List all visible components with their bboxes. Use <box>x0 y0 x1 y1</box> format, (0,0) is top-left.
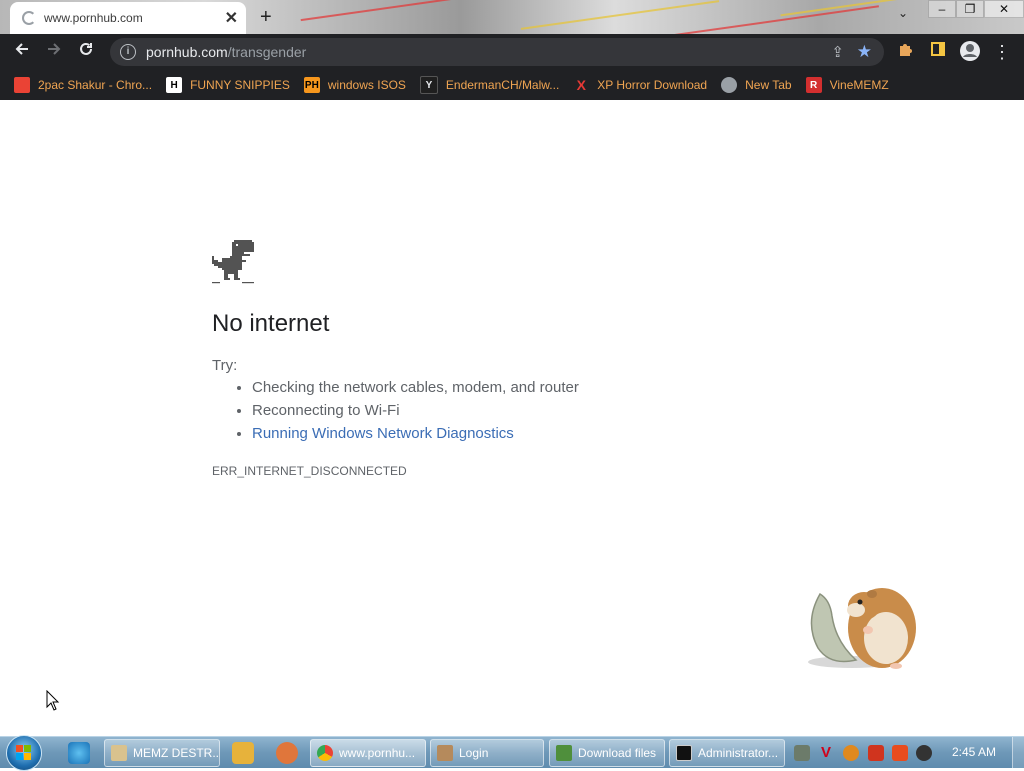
browser-toolbar: i pornhub.com/transgender ⇪ ★ ⋮ <box>0 34 1024 70</box>
side-panel-icon <box>931 42 945 56</box>
bookmark-label: 2pac Shakur - Chro... <box>38 78 153 92</box>
tray-app-icon[interactable] <box>794 745 810 761</box>
chrome-icon <box>317 745 333 761</box>
site-info-icon[interactable]: i <box>120 44 136 60</box>
back-arrow-icon <box>15 43 28 55</box>
r-letter-icon: R <box>805 77 822 93</box>
internet-explorer-icon[interactable] <box>68 742 90 764</box>
taskbar-item-label: MEMZ DESTR... <box>133 746 220 760</box>
taskbar-item[interactable]: Login <box>430 739 544 767</box>
address-path: /transgender <box>227 44 307 60</box>
show-desktop-button[interactable] <box>1012 737 1024 768</box>
tab-search-chevron-icon[interactable]: ⌄ <box>898 6 908 20</box>
loading-favicon-icon <box>22 11 36 25</box>
profile-button[interactable] <box>958 40 982 64</box>
media-player-icon[interactable] <box>232 742 254 764</box>
close-window-button[interactable]: ✕ <box>984 0 1024 18</box>
reload-button[interactable] <box>74 40 98 64</box>
bookmark-label: windows ISOS <box>327 78 406 92</box>
bookmark-item[interactable]: X XP Horror Download <box>573 77 708 93</box>
taskbar: MEMZ DESTR... www.pornhu... Login Downlo… <box>0 735 1024 771</box>
taskbar-item-label: www.pornhu... <box>339 746 416 760</box>
bookmark-item[interactable]: New Tab <box>721 77 792 93</box>
bookmark-label: XP Horror Download <box>597 78 708 92</box>
taskbar-item-label: Login <box>459 746 489 760</box>
address-bar[interactable]: i pornhub.com/transgender ⇪ ★ <box>110 38 884 66</box>
avatar-icon <box>960 41 980 61</box>
bookmark-label: EndermanCH/Malw... <box>445 78 560 92</box>
h-letter-icon: H <box>166 77 183 93</box>
list-item: Checking the network cables, modem, and … <box>252 378 579 397</box>
windows-logo-icon <box>16 745 31 760</box>
bookmark-label: FUNNY SNIPPIES <box>190 78 290 92</box>
taskbar-item[interactable]: MEMZ DESTR... <box>104 739 220 767</box>
new-tab-button[interactable]: + <box>260 6 272 29</box>
page-title: No internet <box>212 310 330 337</box>
hamster-icon <box>808 588 916 669</box>
extensions-button[interactable] <box>894 40 918 64</box>
memz-icon <box>111 745 127 761</box>
bookmark-label: VineMEMZ <box>829 78 889 92</box>
bookmark-item[interactable]: H FUNNY SNIPPIES <box>166 77 290 93</box>
back-button[interactable] <box>10 40 34 64</box>
cmd-icon <box>676 745 692 761</box>
tab-title: www.pornhub.com <box>44 11 143 25</box>
bookmark-label: New Tab <box>745 78 792 92</box>
wallpaper-streak <box>300 0 460 22</box>
minimize-button[interactable]: – <box>928 0 956 18</box>
forward-button[interactable] <box>42 40 66 64</box>
download-icon <box>556 745 572 761</box>
app-icon[interactable] <box>276 742 298 764</box>
mouse-cursor-icon <box>46 690 60 711</box>
tab-close-icon[interactable]: ✕ <box>225 8 238 28</box>
yp-icon: Y <box>419 76 438 94</box>
clock[interactable]: 2:45 AM <box>944 745 1004 759</box>
login-icon <box>437 745 453 761</box>
network-diagnostics-link[interactable]: Running Windows Network Diagnostics <box>252 425 514 442</box>
reload-icon <box>80 42 92 55</box>
taskbar-item-label: Download files <box>578 746 657 760</box>
wallpaper-streak <box>780 0 900 17</box>
bookmarks-bar: 2pac Shakur - Chro... H FUNNY SNIPPIES P… <box>0 70 1024 100</box>
tray-monitor-icon[interactable] <box>892 745 908 761</box>
tray-volume-icon[interactable] <box>916 745 932 761</box>
bookmark-item[interactable]: PH windows ISOS <box>303 77 406 93</box>
taskbar-item[interactable]: www.pornhu... <box>310 739 426 767</box>
try-label: Try: <box>212 357 238 374</box>
suggestion-list: Checking the network cables, modem, and … <box>212 378 579 447</box>
taskbar-item[interactable]: Download files <box>549 739 665 767</box>
bookmark-star-icon[interactable]: ★ <box>857 42 872 62</box>
chrome-web-store-icon <box>14 77 30 93</box>
x-icon: X <box>576 77 586 93</box>
bookmark-item[interactable]: R VineMEMZ <box>805 77 889 93</box>
title-bar: www.pornhub.com ✕ + ⌄ – ❐ ✕ <box>0 0 1024 34</box>
menu-button[interactable]: ⋮ <box>990 40 1014 64</box>
error-code: ERR_INTERNET_DISCONNECTED <box>212 464 407 478</box>
window-controls: – ❐ ✕ <box>928 0 1024 18</box>
tray-flag-icon[interactable] <box>868 745 884 761</box>
taskbar-item[interactable]: Administrator... <box>669 739 785 767</box>
forward-arrow-icon <box>48 43 61 55</box>
wallpaper-streak <box>520 0 720 30</box>
start-button[interactable] <box>6 735 42 771</box>
globe-icon <box>721 77 738 93</box>
error-page: No internet Try: Checking the network ca… <box>0 100 1024 736</box>
tray-search-icon[interactable] <box>843 745 859 761</box>
bookmark-item[interactable]: 2pac Shakur - Chro... <box>14 77 152 93</box>
taskbar-item-label: Administrator... <box>698 746 779 760</box>
share-icon[interactable]: ⇪ <box>831 43 844 61</box>
bookmark-item[interactable]: Y EndermanCH/Malw... <box>419 76 560 94</box>
list-item: Reconnecting to Wi-Fi <box>252 401 579 420</box>
wallpaper-streak <box>641 5 879 34</box>
kebab-menu-icon: ⋮ <box>993 42 1011 62</box>
address-host: pornhub.com <box>146 44 228 60</box>
puzzle-icon <box>900 44 912 56</box>
list-item: Running Windows Network Diagnostics <box>252 424 579 443</box>
side-panel-button[interactable] <box>926 40 950 64</box>
tray-v-icon[interactable]: V <box>818 745 834 761</box>
ph-icon: PH <box>303 77 320 93</box>
dinosaur-icon <box>212 240 254 284</box>
browser-tab[interactable]: www.pornhub.com ✕ <box>10 2 246 34</box>
restore-button[interactable]: ❐ <box>956 0 984 18</box>
